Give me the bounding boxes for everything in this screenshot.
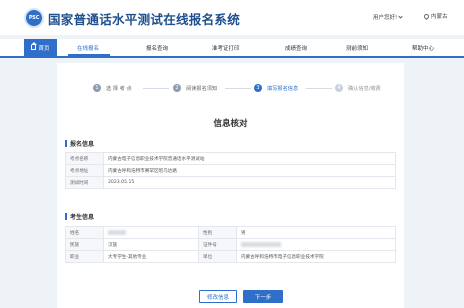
page-title: 信息核对 — [213, 119, 248, 129]
field-label: 考点名称 — [65, 152, 104, 165]
table-row: 职业 大专学生-其他专业 单位 内蒙古呼和浩特市电子信息职业技术学院 — [65, 250, 396, 263]
field-value: 大专学生-其他专业 — [103, 250, 199, 263]
field-value: 内蒙古呼和浩特市电子信息职业技术学院 — [236, 250, 396, 263]
progress-steps: 1 选 择 考 点 2 阅读报名须知 3 填写报名信息 4 确认信息/缴费 — [57, 81, 404, 95]
step-2: 2 阅读报名须知 — [173, 84, 217, 92]
field-label: 测试时间 — [65, 176, 104, 189]
nav-registration-query[interactable]: 报名查询 — [146, 44, 168, 52]
field-value: 内蒙古电子信息职业技术学院普通话水平测试站 — [103, 152, 396, 165]
step-connector — [225, 88, 251, 89]
field-value: 汉族 — [103, 238, 199, 251]
modify-info-button[interactable]: 修改信息 — [199, 290, 237, 303]
step-2-label: 阅读报名须知 — [186, 85, 218, 92]
redacted-id-number — [241, 241, 281, 247]
step-2-number: 2 — [173, 84, 181, 92]
step-1-number: 1 — [93, 84, 101, 92]
table-row: 测试时间 2023.05.15 — [65, 176, 396, 189]
field-label: 性别 — [198, 226, 237, 239]
nav-online-registration[interactable]: 在线报名 — [77, 44, 99, 52]
redacted-name — [108, 229, 126, 235]
location-pin-icon — [422, 12, 431, 21]
field-label: 职业 — [65, 250, 104, 263]
field-label: 考点地址 — [65, 164, 104, 177]
step-4-number: 4 — [335, 84, 343, 92]
nav-admission-ticket[interactable]: 准考证打印 — [212, 44, 240, 52]
step-connector — [306, 88, 332, 89]
user-greeting: 用户您好! — [373, 15, 398, 21]
field-value-redacted — [103, 226, 199, 239]
home-icon — [31, 42, 38, 50]
main-nav: 首页 在线报名 报名查询 准考证打印 成绩查询 测前须知 帮助中心 — [0, 39, 464, 58]
psc-logo: PSC — [24, 8, 44, 28]
nav-home-label: 首页 — [38, 45, 50, 52]
table-row: 姓名 性别 男 — [65, 226, 396, 239]
next-step-button[interactable]: 下一步 — [243, 290, 283, 303]
step-connector — [143, 88, 169, 89]
candidate-section-title: 考生信息 — [65, 212, 94, 221]
registration-section-title: 报名信息 — [65, 139, 94, 148]
nav-help-center[interactable]: 帮助中心 — [412, 44, 434, 52]
step-3: 3 填写报名信息 — [254, 84, 298, 92]
field-label: 民族 — [65, 238, 104, 251]
logo-text: PSC — [28, 15, 40, 21]
step-4: 4 确认信息/缴费 — [335, 84, 381, 92]
nav-home[interactable]: 首页 — [24, 39, 57, 56]
region-selector[interactable]: 内蒙古 — [422, 12, 448, 21]
field-label: 单位 — [198, 250, 237, 263]
field-value: 男 — [236, 226, 396, 239]
region-label: 内蒙古 — [431, 14, 448, 20]
step-3-label: 填写报名信息 — [267, 85, 299, 92]
user-menu[interactable]: 用户您好! — [373, 13, 403, 21]
system-title: 国家普通话水平测试在线报名系统 — [48, 12, 241, 27]
field-value-redacted — [236, 238, 396, 251]
table-row: 考点地址 内蒙古呼和浩特市赛罕区昭乌达路 — [65, 164, 396, 177]
table-row: 民族 汉族 证件号 — [65, 238, 396, 251]
registration-table: 考点名称 内蒙古电子信息职业技术学院普通话水平测试站 考点地址 内蒙古呼和浩特市赛罕… — [65, 152, 396, 189]
field-value: 2023.05.15 — [103, 176, 396, 189]
main-panel: 1 选 择 考 点 2 阅读报名须知 3 填写报名信息 4 确认信息/缴费 信息核对 报… — [57, 63, 404, 308]
step-1-label: 选 择 考 点 — [106, 85, 132, 92]
nav-score-query[interactable]: 成绩查询 — [285, 44, 307, 52]
nav-active-indicator — [68, 54, 110, 56]
nav-pretest-notice[interactable]: 测前须知 — [346, 44, 368, 52]
field-value: 内蒙古呼和浩特市赛罕区昭乌达路 — [103, 164, 396, 177]
chevron-down-icon — [398, 14, 403, 19]
candidate-table: 姓名 性别 男 民族 汉族 证件号 职业 大专学生-其他专业 单位 内蒙古呼和浩… — [65, 226, 396, 263]
step-4-label: 确认信息/缴费 — [348, 85, 381, 92]
field-label: 证件号 — [198, 238, 237, 251]
step-1: 1 选 择 考 点 — [93, 84, 132, 92]
field-label: 姓名 — [65, 226, 104, 239]
table-row: 考点名称 内蒙古电子信息职业技术学院普通话水平测试站 — [65, 152, 396, 165]
step-3-number: 3 — [254, 84, 262, 92]
top-header: PSC 国家普通话水平测试在线报名系统 用户您好! 内蒙古 — [0, 0, 464, 35]
